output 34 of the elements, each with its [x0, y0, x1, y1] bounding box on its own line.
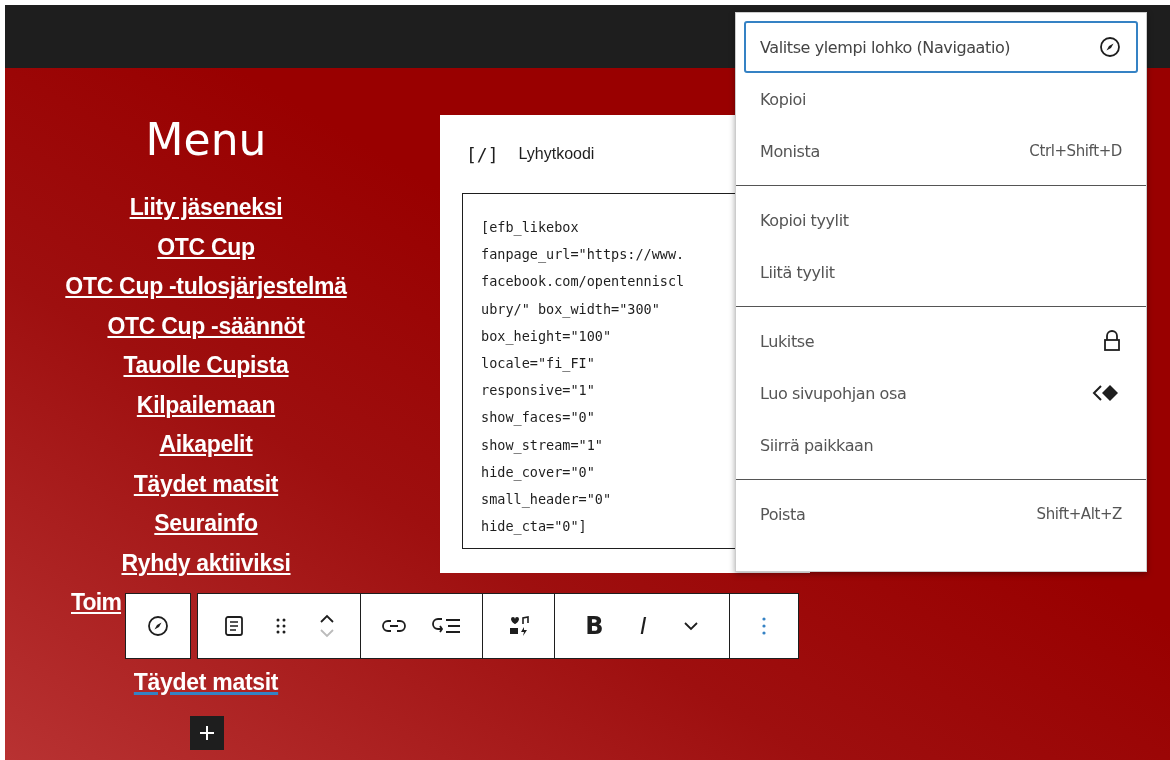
menu-link[interactable]: Liity jäseneksi	[129, 188, 283, 228]
more-icon	[762, 616, 766, 636]
compass-icon	[1098, 35, 1122, 59]
chevron-up-icon	[318, 614, 335, 624]
menu-link[interactable]: Tauolle Cupista	[123, 346, 289, 386]
menu-link[interactable]: Täydet matsit	[133, 666, 279, 697]
menu-item[interactable]: Monista Ctrl+Shift+D	[744, 125, 1138, 177]
chevron-down-icon	[682, 621, 699, 631]
drag-icon	[275, 617, 287, 635]
chevron-down-icon	[318, 628, 335, 638]
document-icon	[223, 615, 244, 637]
menu-link[interactable]: Ryhdy aktiiviksi	[121, 543, 291, 583]
menu-link[interactable]: Täydet matsit	[133, 464, 279, 504]
italic-button[interactable]: I	[633, 606, 653, 646]
menu-heading: Menu	[145, 113, 267, 167]
block-title: Lyhytkoodi	[518, 145, 595, 163]
menu-link[interactable]: Aikapelit	[159, 425, 253, 465]
add-block-button[interactable]	[190, 716, 224, 750]
menu-link[interactable]: OTC Cup -säännöt	[107, 306, 305, 346]
bold-button[interactable]: B	[579, 606, 610, 646]
list-icon	[432, 617, 463, 635]
menu-item[interactable]: Kopioi	[744, 73, 1138, 125]
menu-link[interactable]: Kilpailemaan	[136, 385, 276, 425]
menu-link[interactable]: OTC Cup	[157, 227, 255, 267]
menu-link[interactable]: OTC Cup -tulosjärjestelmä	[65, 267, 347, 307]
shortcode-icon: [/]	[466, 143, 499, 165]
menu-link[interactable]: Toim	[71, 583, 122, 623]
plus-icon	[199, 725, 215, 741]
menu-item[interactable]: Valitse ylempi lohko (Navigaatio)	[744, 21, 1138, 73]
lock-icon	[1102, 329, 1122, 353]
media-icon	[507, 615, 530, 637]
compass-icon	[146, 614, 170, 638]
menu-link[interactable]: Seurainfo	[154, 504, 258, 544]
link-icon	[380, 618, 407, 634]
